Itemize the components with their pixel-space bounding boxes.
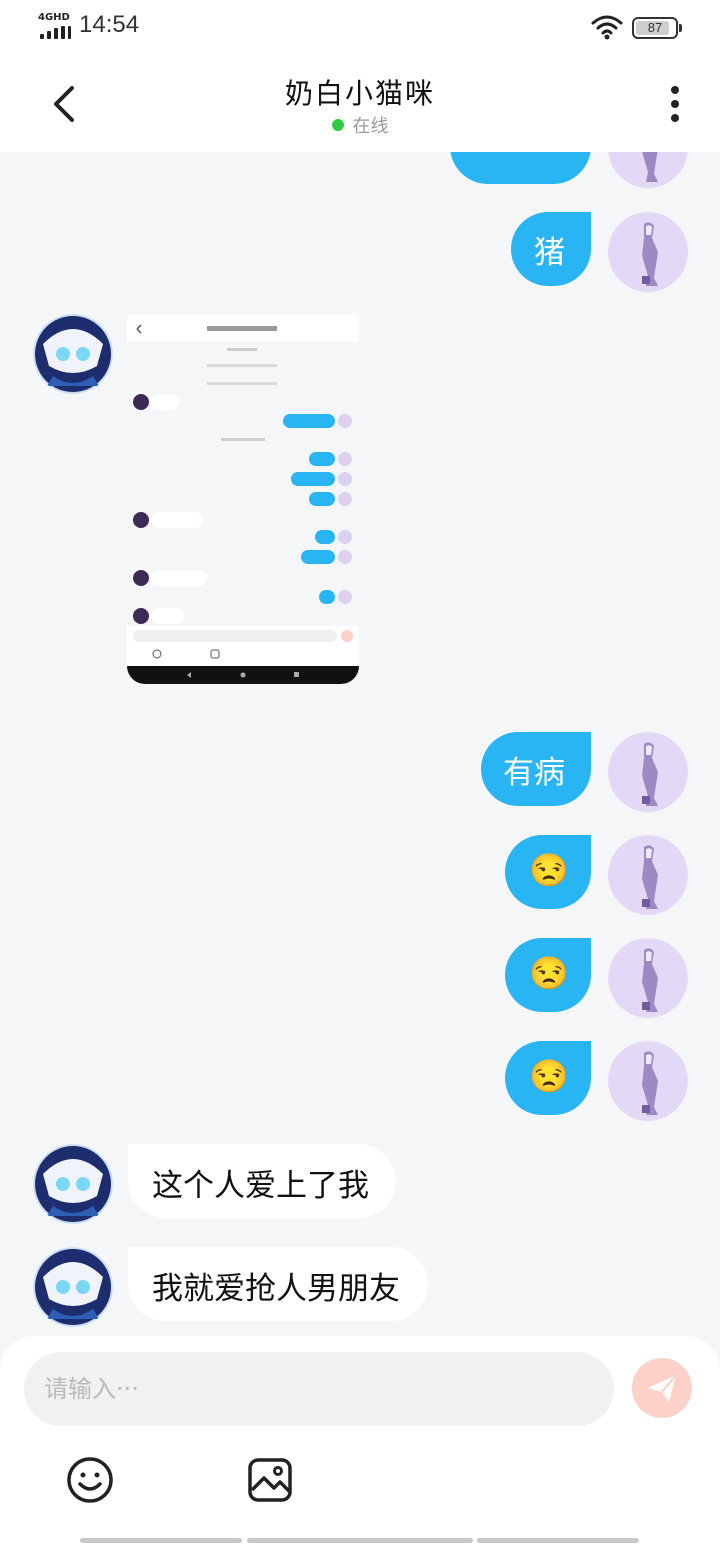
my-avatar[interactable] — [608, 212, 688, 292]
my-avatar[interactable] — [608, 938, 688, 1018]
message-bubble-emoji[interactable]: 😒 — [505, 938, 591, 1012]
message-text: 有病 — [503, 755, 565, 791]
emoji-text: 😒 — [529, 851, 569, 889]
message-list[interactable]: 猪 有病 😒 😒 😒 这个人爱上了我 我就爱抢人男朋友 — [0, 152, 720, 1336]
chat-screen: 4GHD 14:54 87 奶白小猫咪 在线 猪 有病 😒 😒 😒 这个人爱上了… — [0, 0, 720, 1544]
gesture-bar[interactable] — [477, 1538, 639, 1543]
online-dot-icon — [331, 119, 344, 131]
cellular-signal-icon: 4GHD — [38, 12, 72, 40]
message-bubble-outgoing[interactable]: 有病 — [481, 732, 591, 806]
online-status-label: 在线 — [352, 116, 389, 137]
my-avatar[interactable] — [608, 152, 688, 188]
more-options-button[interactable] — [664, 84, 688, 124]
my-avatar[interactable] — [608, 835, 688, 915]
message-bubble-emoji[interactable]: 😒 — [505, 1041, 591, 1115]
my-avatar[interactable] — [608, 732, 688, 812]
contact-avatar[interactable] — [33, 1247, 113, 1327]
message-bubble-partial[interactable] — [450, 152, 591, 184]
gesture-bar[interactable] — [80, 1538, 242, 1543]
image-message[interactable] — [127, 314, 359, 684]
send-button[interactable] — [632, 1358, 692, 1418]
battery-level-text: 87 — [647, 20, 663, 35]
message-bubble-emoji[interactable]: 😒 — [505, 835, 591, 909]
message-input[interactable] — [24, 1352, 614, 1426]
emoji-text: 😒 — [529, 1057, 569, 1095]
message-text: 这个人爱上了我 — [152, 1168, 369, 1204]
image-picker-button[interactable] — [246, 1456, 294, 1504]
message-bubble-incoming[interactable]: 我就爱抢人男朋友 — [128, 1247, 428, 1321]
chat-header: 奶白小猫咪 在线 — [0, 52, 720, 152]
input-panel — [0, 1336, 720, 1544]
contact-avatar[interactable] — [33, 1144, 113, 1224]
message-bubble-outgoing[interactable]: 猪 — [511, 212, 591, 286]
emoji-button[interactable] — [66, 1456, 114, 1504]
status-bar: 4GHD 14:54 87 — [0, 0, 720, 52]
message-text: 猪 — [534, 235, 565, 271]
screenshot-thumbnail — [127, 314, 359, 684]
send-icon — [648, 1374, 677, 1402]
my-avatar[interactable] — [608, 1041, 688, 1121]
gesture-bar[interactable] — [247, 1538, 473, 1543]
network-type-label: 4GHD — [38, 12, 70, 23]
message-text: 我就爱抢人男朋友 — [152, 1271, 400, 1307]
emoji-text: 😒 — [529, 954, 569, 992]
contact-name: 奶白小猫咪 — [284, 77, 435, 110]
message-bubble-incoming[interactable]: 这个人爱上了我 — [128, 1144, 396, 1218]
contact-avatar[interactable] — [33, 314, 113, 394]
battery-icon: 87 — [632, 17, 682, 39]
wifi-icon — [591, 15, 623, 40]
online-status: 在线 — [0, 112, 720, 138]
clock: 14:54 — [79, 11, 140, 38]
